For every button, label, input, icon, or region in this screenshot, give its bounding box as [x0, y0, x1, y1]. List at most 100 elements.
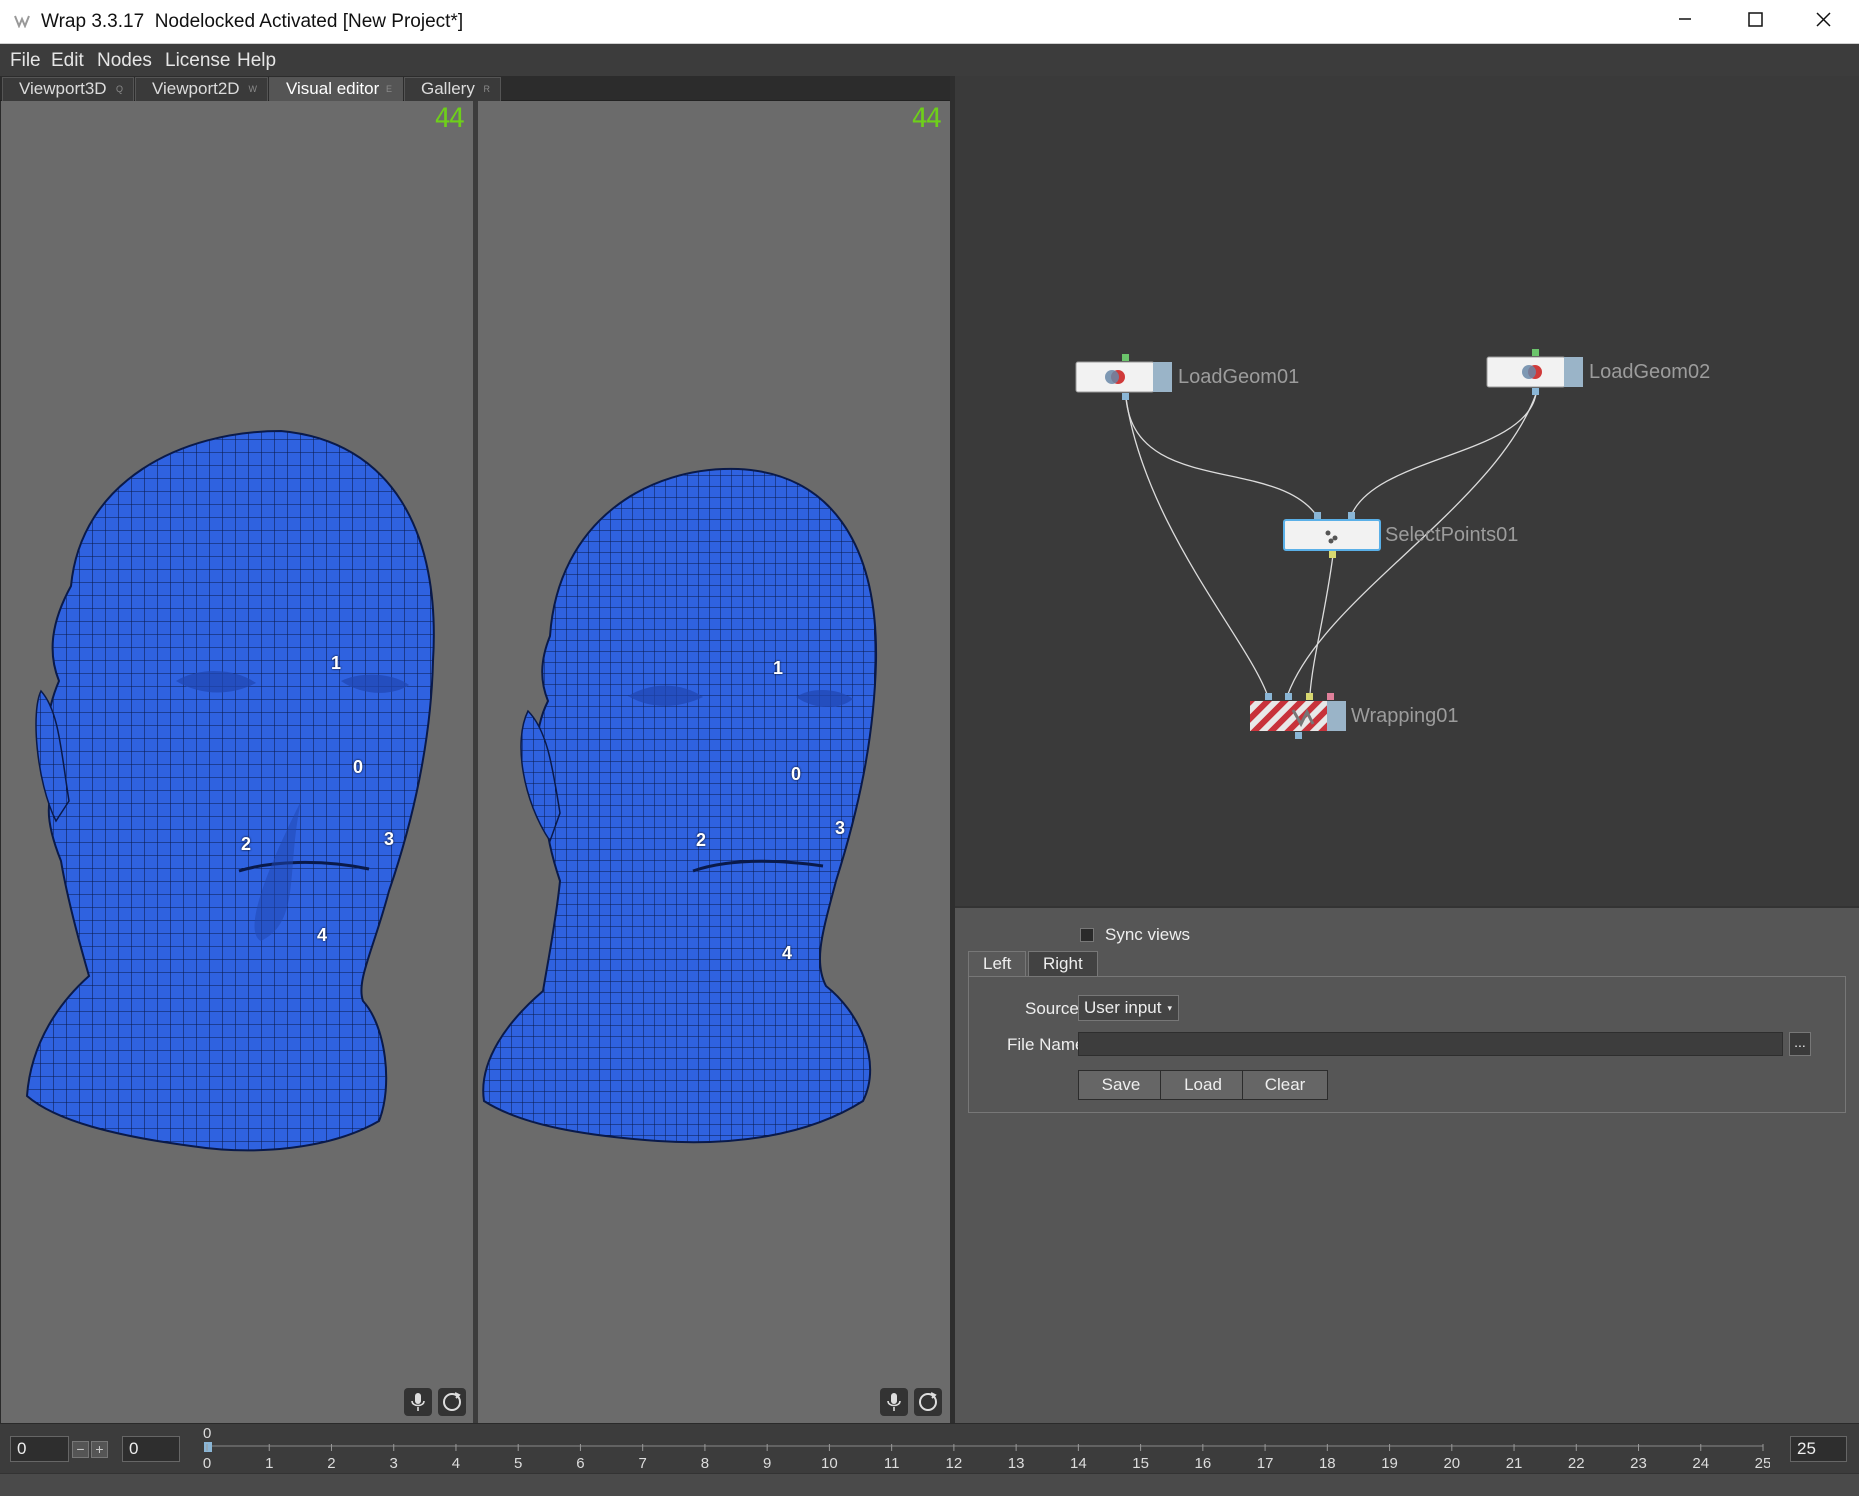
- tab-visual-editor[interactable]: Visual editor E: [269, 77, 403, 101]
- title-bar: Wrap 3.3.17 Nodelocked Activated [New Pr…: [0, 0, 1859, 44]
- timeline-tick-label: 12: [946, 1455, 963, 1472]
- tab-label: Viewport2D: [152, 79, 240, 98]
- head-mesh-right[interactable]: [478, 101, 950, 1423]
- timeline-tick-label: 1: [265, 1455, 273, 1472]
- menu-nodes[interactable]: Nodes: [97, 50, 152, 72]
- node-selectpoints01[interactable]: [1283, 512, 1381, 558]
- landmark-point[interactable]: 4: [317, 925, 327, 946]
- menu-help[interactable]: Help: [237, 50, 276, 72]
- timeline-tick-label: 16: [1194, 1455, 1211, 1472]
- node-graph-editor[interactable]: LoadGeom01 LoadGeom02 SelectPoints01 Wra…: [955, 76, 1859, 906]
- timeline-cursor[interactable]: [204, 1442, 212, 1452]
- timeline-slider[interactable]: 0 1 2 3 4 5 6 7 8 9 10 11 12 13 14 15 16 17 18 19 20 21 22 23 24…: [190, 1424, 1770, 1474]
- refresh-icon: [919, 1392, 937, 1411]
- head-mesh-left[interactable]: [1, 101, 473, 1423]
- minus-icon: −: [76, 1441, 85, 1457]
- landmark-point[interactable]: 0: [791, 764, 801, 785]
- sync-views-label: Sync views: [1105, 925, 1191, 944]
- status-bar: [0, 1473, 1859, 1496]
- source-value: User input: [1084, 998, 1162, 1017]
- timeline-tick-label: 17: [1257, 1455, 1274, 1472]
- timeline-tick-label: 11: [884, 1455, 900, 1472]
- view-tab-bar: Viewport3D Q Viewport2D W Visual editor …: [0, 76, 950, 101]
- current-frame-input[interactable]: 0: [122, 1436, 180, 1462]
- timeline-tick-label: 21: [1506, 1455, 1523, 1472]
- browse-button[interactable]: ...: [1789, 1032, 1811, 1056]
- cursor-frame-label: 0: [203, 1425, 212, 1442]
- landmark-point[interactable]: 0: [353, 757, 363, 778]
- wrap-logo-icon: [14, 15, 30, 28]
- timeline-tick-label: 8: [701, 1455, 709, 1472]
- tab-right[interactable]: Right: [1028, 951, 1098, 976]
- wrap-app: Wrap 3.3.17 Nodelocked Activated [New Pr…: [0, 0, 1859, 1496]
- landmark-point[interactable]: 1: [331, 653, 341, 674]
- source-dropdown[interactable]: User input ▾: [1078, 995, 1179, 1021]
- timeline-tick-label: 6: [576, 1455, 584, 1472]
- tab-shortcut: E: [385, 84, 392, 94]
- timeline-tick-label: 9: [763, 1455, 771, 1472]
- timeline-tick-label: 0: [203, 1455, 211, 1472]
- decrement-button[interactable]: −: [72, 1441, 89, 1458]
- tab-label: Visual editor: [286, 79, 380, 98]
- landmark-point[interactable]: 2: [696, 830, 706, 851]
- landmark-point[interactable]: 2: [241, 834, 251, 855]
- node-label-loadgeom02: LoadGeom02: [1589, 361, 1711, 383]
- tab-label: Gallery: [421, 79, 475, 98]
- landmark-point[interactable]: 1: [773, 658, 783, 679]
- maximize-button[interactable]: [1720, 0, 1790, 44]
- timeline-tick-label: 25: [1755, 1455, 1770, 1472]
- tab-shortcut: R: [483, 84, 491, 94]
- close-icon: [1816, 12, 1831, 27]
- menu-license[interactable]: License: [165, 50, 231, 72]
- start-frame-input[interactable]: 0: [10, 1436, 69, 1462]
- timeline-tick-label: 19: [1381, 1455, 1398, 1472]
- minimize-button[interactable]: [1650, 0, 1720, 44]
- file-name-input[interactable]: [1078, 1032, 1783, 1056]
- timeline-tick-label: 24: [1692, 1455, 1709, 1472]
- node-connections: [1075, 349, 1583, 739]
- timeline-tick-label: 18: [1319, 1455, 1336, 1472]
- node-wrapping01[interactable]: [1250, 693, 1346, 739]
- tab-shortcut: W: [248, 84, 258, 94]
- properties-panel: Sync views Left Right Source User input …: [955, 906, 1859, 1423]
- mic-button[interactable]: [880, 1388, 908, 1416]
- landmark-point[interactable]: 3: [835, 818, 845, 839]
- reset-view-button[interactable]: [914, 1388, 942, 1416]
- reset-view-button[interactable]: [438, 1388, 466, 1416]
- menu-file[interactable]: File: [10, 50, 41, 72]
- menu-bar: File Edit Nodes License Help: [0, 44, 1859, 76]
- refresh-icon: [443, 1392, 461, 1411]
- tab-left[interactable]: Left: [968, 951, 1027, 976]
- timeline-tick-label: 2: [327, 1455, 335, 1472]
- tab-label: Viewport3D: [19, 79, 107, 98]
- timeline-tick-label: 3: [390, 1455, 398, 1472]
- viewport-left[interactable]: 44 1 0 2 3 4: [0, 101, 473, 1423]
- load-button[interactable]: Load: [1160, 1070, 1246, 1100]
- viewport-right[interactable]: 44 1 0 2 3 4: [478, 101, 950, 1423]
- clear-button[interactable]: Clear: [1242, 1070, 1328, 1100]
- source-label: Source: [1025, 999, 1079, 1018]
- mic-button[interactable]: [404, 1388, 432, 1416]
- menu-edit[interactable]: Edit: [51, 50, 84, 72]
- landmark-point[interactable]: 3: [384, 829, 394, 850]
- timeline-tick-label: 4: [452, 1455, 460, 1472]
- node-loadgeom02[interactable]: [1486, 349, 1583, 395]
- close-button[interactable]: [1789, 0, 1859, 44]
- node-label-wrapping01: Wrapping01: [1351, 705, 1459, 727]
- sync-views-checkbox[interactable]: [1080, 928, 1094, 942]
- plus-icon: +: [95, 1441, 104, 1457]
- increment-button[interactable]: +: [91, 1441, 108, 1458]
- timeline-tick-label: 15: [1132, 1455, 1149, 1472]
- node-loadgeom01[interactable]: [1075, 354, 1172, 400]
- end-frame-input[interactable]: 25: [1790, 1436, 1847, 1462]
- tab-viewport3d[interactable]: Viewport3D Q: [2, 77, 134, 101]
- maximize-icon: [1748, 12, 1763, 27]
- node-label-loadgeom01: LoadGeom01: [1178, 366, 1300, 388]
- timeline-tick-label: 13: [1008, 1455, 1025, 1472]
- landmark-point[interactable]: 4: [782, 943, 792, 964]
- save-button[interactable]: Save: [1078, 1070, 1164, 1100]
- timeline-tick-label: 5: [514, 1455, 522, 1472]
- tab-gallery[interactable]: Gallery R: [404, 77, 501, 101]
- tab-viewport2d[interactable]: Viewport2D W: [135, 77, 268, 101]
- timeline-bar: 0 − + 0 0 1 2 3 4 5 6 7 8 9 10 11 12 13 14 15 16 17 18 19 20…: [0, 1423, 1859, 1473]
